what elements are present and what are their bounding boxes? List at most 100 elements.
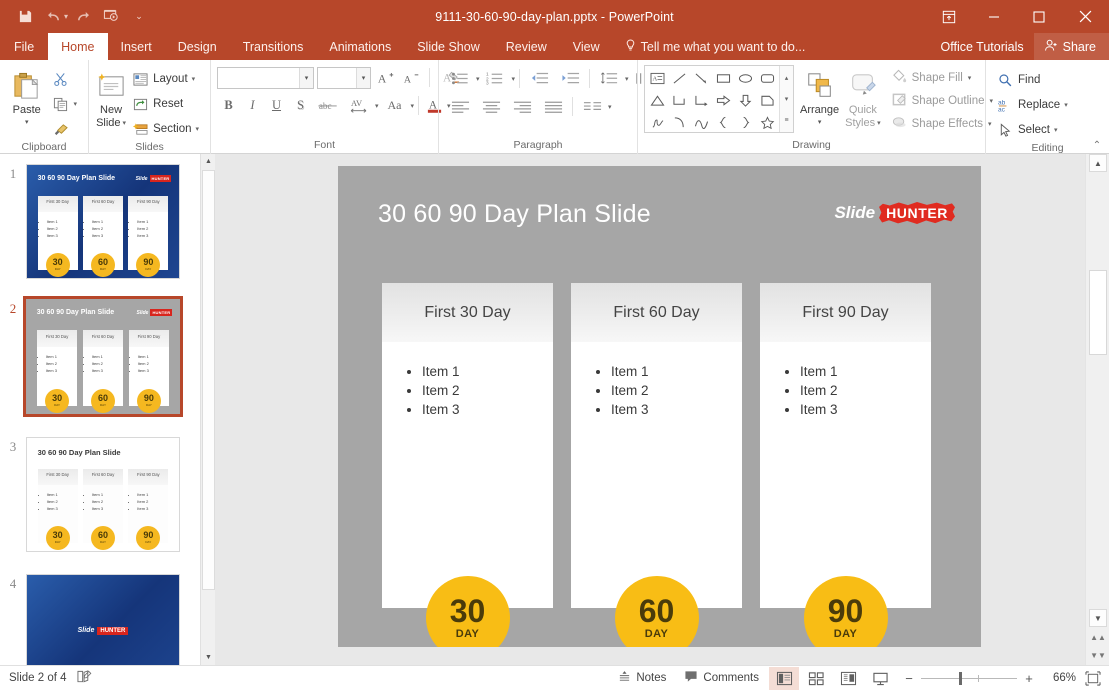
thumb-scroll-up-icon[interactable]: ▲ [201,154,216,169]
thumb-scrollbar-thumb[interactable] [202,170,215,590]
thumbnail-frame[interactable]: 30 60 90 Day Plan Slide First 30 Day Ite… [26,437,180,552]
shape-down-arrow-icon[interactable] [734,89,756,111]
select-dropdown-icon[interactable]: ▾ [1054,126,1058,134]
tab-insert[interactable]: Insert [108,33,165,60]
reset-button[interactable]: Reset [127,92,204,116]
notes-page-icon[interactable] [76,669,93,687]
card-bullet-list[interactable]: Item 1 Item 2 Item 3 [412,362,553,419]
center-button[interactable] [476,95,506,118]
thumbnail-slide-1[interactable]: 1 30 60 90 Day Plan Slide Slide HUNTER F… [0,164,200,279]
comments-button[interactable]: Comments [676,667,767,690]
shape-right-arrow-icon[interactable] [712,89,734,111]
slide-title[interactable]: 30 60 90 Day Plan Slide [378,200,651,229]
customize-qat-icon[interactable]: ⌄ [126,5,152,29]
shape-elbow-connector-icon[interactable] [668,89,690,111]
current-slide[interactable]: 30 60 90 Day Plan Slide Slide HUNTER Fir… [338,166,981,647]
slide-card-60[interactable]: First 60 Day Item 1 Item 2 Item 3 60 DAY [571,283,742,608]
replace-dropdown-icon[interactable]: ▾ [1064,101,1068,109]
shape-text-box-icon[interactable]: A [646,67,668,89]
bullets-dropdown-icon[interactable]: ▾ [476,75,480,83]
numbering-button[interactable]: 123 [481,67,511,90]
thumbnail-frame[interactable]: Slide HUNTER [26,574,180,665]
shape-scribble-icon[interactable] [646,111,668,133]
notes-button[interactable]: Notes [610,667,674,690]
italic-button[interactable]: I [241,94,264,117]
ribbon-display-options-icon[interactable] [926,0,971,33]
card-bullet-list[interactable]: Item 1 Item 2 Item 3 [601,362,742,419]
align-right-button[interactable] [507,95,537,118]
save-icon[interactable] [12,5,38,29]
card-bullet-list[interactable]: Item 1 Item 2 Item 3 [790,362,931,419]
shape-curve-icon[interactable] [690,111,712,133]
share-button[interactable]: Share [1034,33,1109,60]
previous-slide-icon[interactable]: ▲▲ [1089,629,1107,646]
increase-font-size-button[interactable]: A [374,66,397,89]
line-spacing-dropdown-icon[interactable]: ▾ [625,75,629,83]
shape-rounded-rectangle-icon[interactable] [756,67,778,89]
shapes-scroll-down-icon[interactable]: ▾ [780,89,793,109]
slide-area-scrollbar[interactable]: ▲ ▼ ▲▲ ▼▼ [1085,154,1109,665]
shape-fill-button[interactable]: Shape Fill ▾ [887,67,998,89]
section-dropdown-icon[interactable]: ▾ [195,125,199,133]
slideshow-icon[interactable] [98,5,124,29]
columns-button[interactable] [577,95,607,118]
text-shadow-button[interactable]: S [289,94,312,117]
arrange-dropdown-icon[interactable]: ▾ [818,116,822,129]
fit-slide-to-window-icon[interactable] [1081,667,1105,690]
zoom-track[interactable] [921,678,1017,679]
slide-sorter-view-button[interactable] [801,667,831,690]
tab-design[interactable]: Design [165,33,230,60]
justify-button[interactable] [538,95,568,118]
change-case-dropdown-icon[interactable]: ▾ [411,102,415,110]
shape-star-icon[interactable] [756,111,778,133]
minimize-icon[interactable] [971,0,1016,33]
shape-outline-button[interactable]: Shape Outline ▾ [887,90,998,112]
shape-left-brace-icon[interactable] [712,111,734,133]
shape-line-icon[interactable] [668,67,690,89]
cut-button[interactable] [47,67,82,91]
thumbnail-slide-4[interactable]: 4 Slide HUNTER [0,574,200,665]
layout-button[interactable]: Layout ▾ [127,67,204,91]
copy-dropdown-icon[interactable]: ▾ [73,100,77,108]
shape-effects-button[interactable]: Shape Effects ▾ [887,113,998,135]
slide-show-view-button[interactable] [865,667,895,690]
scroll-down-icon[interactable]: ▼ [1089,609,1107,627]
new-slide-dropdown-icon[interactable]: ▾ [123,117,127,130]
shapes-gallery-more-icon[interactable]: ≡ [780,110,793,130]
paste-button[interactable]: Paste ▾ [6,65,47,129]
normal-view-button[interactable] [769,667,799,690]
tab-slide-show[interactable]: Slide Show [404,33,493,60]
find-button[interactable]: Find [992,68,1073,92]
font-name-combo[interactable]: ▾ [217,67,314,89]
select-button[interactable]: Select ▾ [992,118,1073,142]
shapes-gallery-scrollbar[interactable]: ▴ ▾ ≡ [779,66,793,132]
shapes-gallery[interactable]: A [644,65,794,133]
bullets-button[interactable] [445,67,475,90]
shape-arc-icon[interactable] [668,111,690,133]
tab-review[interactable]: Review [493,33,560,60]
tab-home[interactable]: Home [48,33,107,60]
slide-editing-area[interactable]: 30 60 90 Day Plan Slide Slide HUNTER Fir… [220,154,1085,665]
line-spacing-button[interactable] [594,67,624,90]
paste-dropdown-icon[interactable]: ▾ [25,116,29,129]
redo-icon[interactable] [70,5,96,29]
font-size-dropdown-icon[interactable]: ▾ [356,68,370,88]
zoom-handle[interactable] [959,672,962,685]
strikethrough-button[interactable]: abc [313,94,343,117]
arrange-button[interactable]: Arrange ▾ [800,65,839,129]
align-left-button[interactable] [445,95,475,118]
shape-rectangle-icon[interactable] [712,67,734,89]
next-slide-icon[interactable]: ▼▼ [1089,647,1107,664]
new-slide-button[interactable]: New Slide ▾ [95,65,127,130]
character-spacing-dropdown-icon[interactable]: ▾ [375,102,379,110]
shape-arrow-icon[interactable] [690,67,712,89]
bold-button[interactable]: B [217,94,240,117]
quick-styles-dropdown-icon[interactable]: ▾ [877,117,881,130]
slide-card-90[interactable]: First 90 Day Item 1 Item 2 Item 3 90 DAY [760,283,931,608]
decrease-list-level-button[interactable] [524,67,554,90]
maximize-icon[interactable] [1016,0,1061,33]
tab-file[interactable]: File [0,33,48,60]
increase-list-level-button[interactable] [555,67,585,90]
decrease-font-size-button[interactable]: A [400,66,423,89]
zoom-level-label[interactable]: 66% [1043,672,1079,684]
